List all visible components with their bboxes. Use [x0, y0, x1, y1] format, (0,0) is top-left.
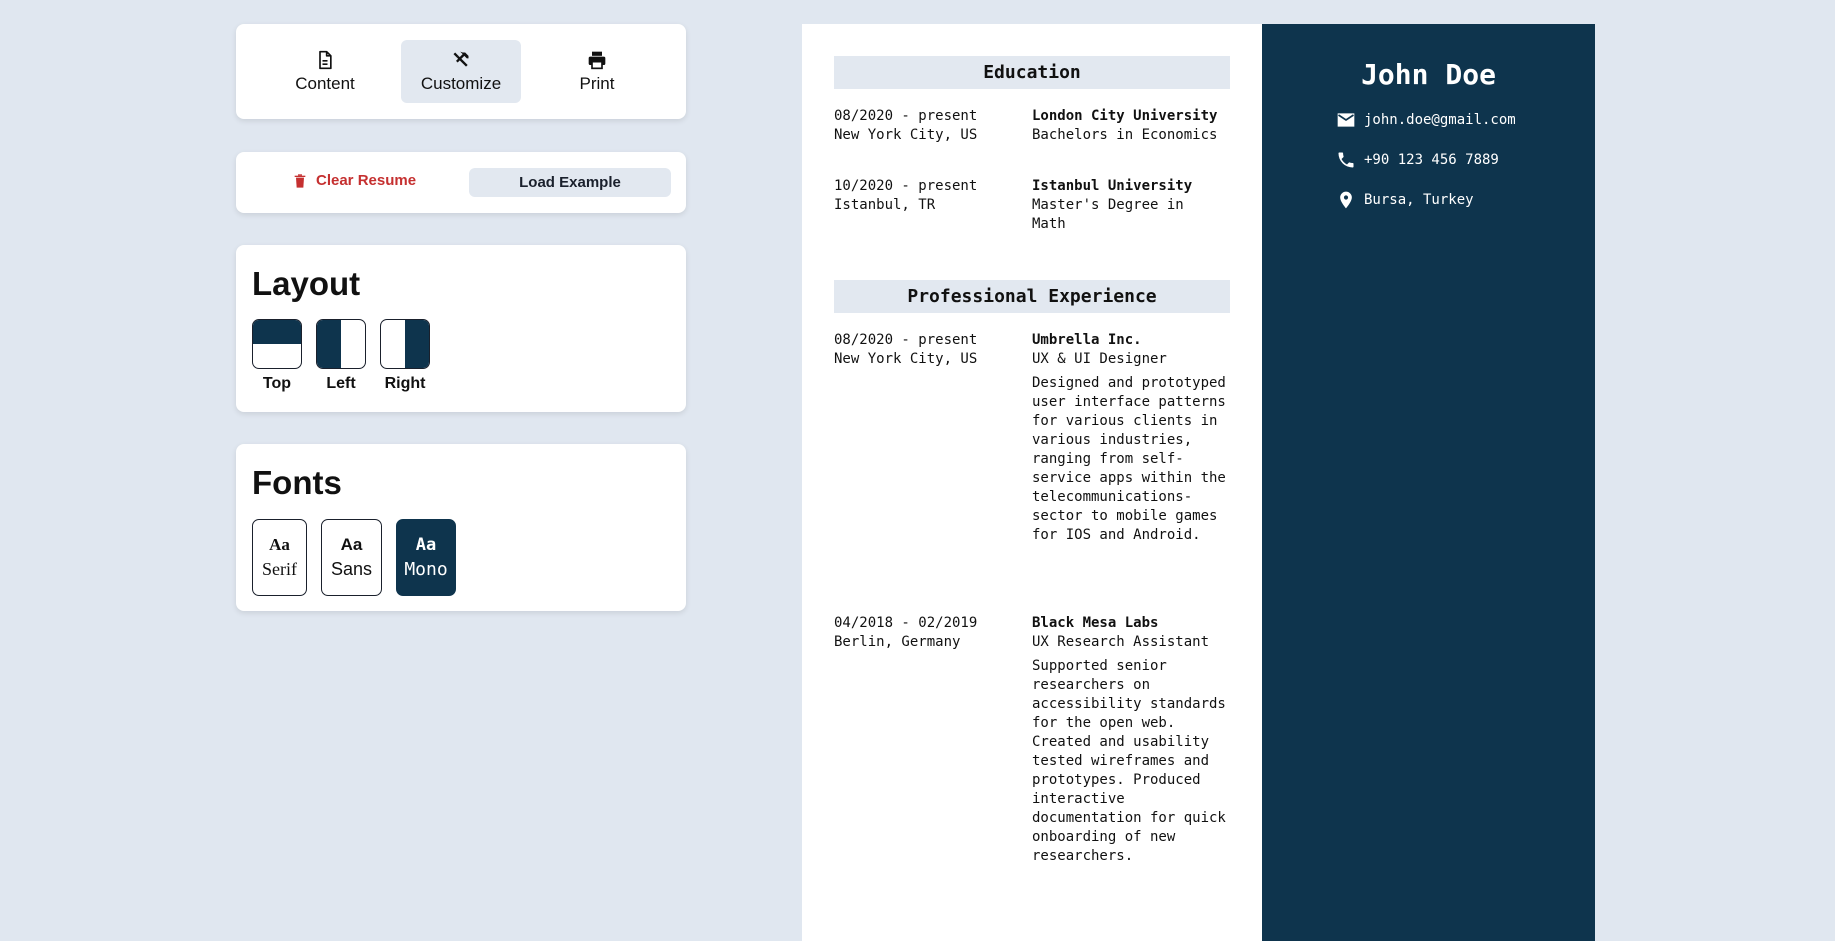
layout-title: Layout — [252, 265, 361, 302]
resume-actions: Clear Resume Load Example — [236, 152, 686, 213]
font-option-label: Serif — [262, 559, 297, 579]
tab-customize-label: Customize — [420, 73, 502, 93]
contact-phone: +90 123 456 7889 — [1336, 150, 1499, 170]
contact-location: Bursa, Turkey — [1336, 190, 1474, 210]
entry-role: UX & UI Designer — [1032, 351, 1167, 367]
entry-company: Black Mesa Labs — [1032, 615, 1159, 631]
layout-left-thumbnail — [316, 319, 366, 369]
layout-panel: Layout Top Left Right — [236, 245, 686, 412]
entry-degree: Master's Degree in Math — [1032, 197, 1184, 232]
phone-icon — [1338, 152, 1354, 168]
entry-place: New York City, US — [834, 351, 978, 367]
mail-icon — [1337, 113, 1355, 127]
fonts-panel: Fonts Aa Serif Aa Sans Aa Mono — [236, 444, 686, 611]
tab-print-label: Print — [579, 73, 615, 93]
entry-description: Designed and prototyped user interface p… — [1032, 375, 1226, 543]
entry-company: Umbrella Inc. — [1032, 332, 1142, 348]
experience-entry: 08/2020 - present New York City, US Umbr… — [834, 331, 1234, 581]
layout-option-top[interactable]: Top — [252, 319, 302, 393]
tab-content[interactable]: Content — [265, 40, 385, 103]
trash-icon — [294, 173, 306, 188]
load-example-button[interactable]: Load Example — [469, 168, 671, 197]
layout-top-thumbnail — [252, 319, 302, 369]
tab-bar: Content Customize Print — [236, 24, 686, 119]
resume-preview: Education 08/2020 - present New York Cit… — [802, 24, 1595, 941]
tab-content-label: Content — [295, 73, 355, 93]
font-option-mono[interactable]: Aa Mono — [396, 519, 456, 596]
document-icon — [319, 50, 332, 69]
entry-role: UX Research Assistant — [1032, 634, 1210, 650]
experience-heading: Professional Experience — [834, 280, 1230, 313]
layout-option-left[interactable]: Left — [316, 319, 366, 393]
printer-icon — [588, 51, 606, 69]
location-pin-icon — [1340, 191, 1352, 209]
entry-date: 04/2018 - 02/2019 — [834, 615, 978, 631]
tab-customize[interactable]: Customize — [401, 40, 521, 103]
experience-entry: 04/2018 - 02/2019 Berlin, Germany Black … — [834, 614, 1234, 884]
layout-option-right[interactable]: Right — [380, 319, 430, 393]
entry-date: 08/2020 - present — [834, 108, 978, 124]
contact-location-text: Bursa, Turkey — [1364, 192, 1474, 208]
education-heading: Education — [834, 56, 1230, 89]
education-entry: 08/2020 - present New York City, US Lond… — [834, 107, 1234, 147]
education-entry: 10/2020 - present Istanbul, TR Istanbul … — [834, 177, 1234, 237]
entry-place: Istanbul, TR — [834, 197, 936, 213]
fonts-title: Fonts — [252, 464, 342, 501]
contact-email-text: john.doe@gmail.com — [1364, 112, 1516, 128]
font-option-sans[interactable]: Aa Sans — [321, 519, 382, 596]
entry-place: Berlin, Germany — [834, 634, 961, 650]
entry-place: New York City, US — [834, 127, 978, 143]
layout-right-thumbnail — [380, 319, 430, 369]
resume-sidebar: John Doe john.doe@gmail.com +90 123 456 … — [1262, 24, 1595, 941]
tools-icon — [453, 51, 469, 67]
layout-option-label: Right — [384, 375, 426, 392]
font-sample: Aa — [269, 535, 290, 554]
font-option-label: Mono — [404, 559, 448, 580]
contact-email: john.doe@gmail.com — [1336, 110, 1516, 130]
layout-option-label: Left — [326, 375, 356, 392]
entry-date: 08/2020 - present — [834, 332, 978, 348]
entry-degree: Bachelors in Economics — [1032, 127, 1218, 143]
font-sample: Aa — [415, 535, 437, 555]
font-option-serif[interactable]: Aa Serif — [252, 519, 307, 596]
entry-date: 10/2020 - present — [834, 178, 978, 194]
font-option-label: Sans — [330, 559, 373, 579]
entry-school: Istanbul University — [1032, 178, 1193, 194]
layout-option-label: Top — [262, 375, 292, 392]
entry-description: Supported senior researchers on accessib… — [1032, 658, 1226, 864]
tab-print[interactable]: Print — [537, 40, 657, 103]
clear-resume-button[interactable]: Clear Resume — [292, 172, 416, 189]
clear-resume-label: Clear Resume — [316, 172, 417, 189]
entry-school: London City University — [1032, 108, 1218, 124]
font-sample: Aa — [340, 535, 363, 554]
resume-main-column: Education 08/2020 - present New York Cit… — [802, 24, 1262, 941]
contact-phone-text: +90 123 456 7889 — [1364, 152, 1499, 168]
resume-name: John Doe — [1361, 58, 1496, 91]
